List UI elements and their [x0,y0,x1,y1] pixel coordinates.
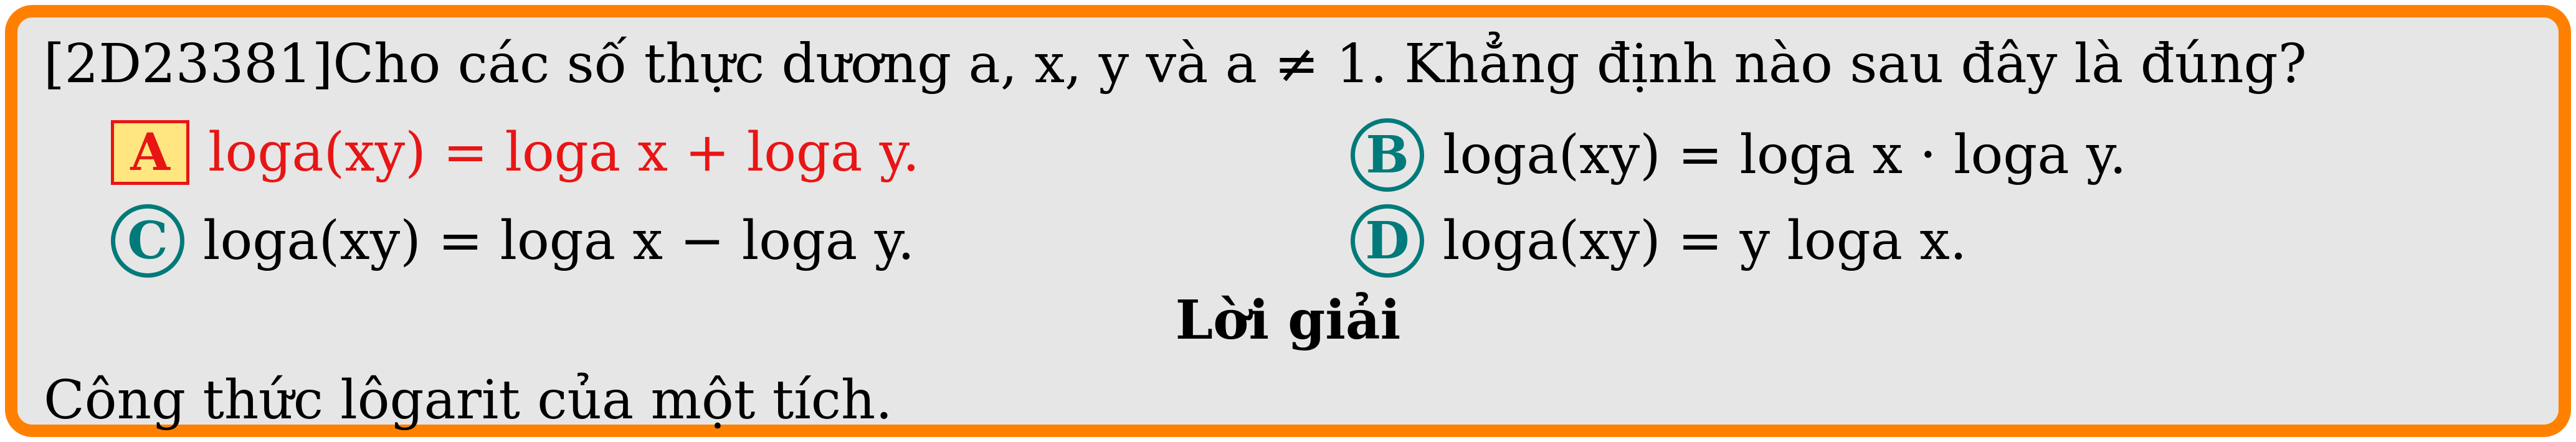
option-d-badge: D [1351,204,1424,278]
option-c[interactable]: C loga(xy) = loga x − loga y. [111,204,915,278]
option-a[interactable]: A loga(xy) = loga x + loga y. [111,118,920,187]
question-text: [2D23381]Cho các số thực dương a, x, y v… [44,30,2307,98]
option-b[interactable]: B loga(xy) = loga x · loga y. [1351,118,2126,192]
option-c-badge: C [111,204,184,278]
option-b-expr: loga(xy) = loga x · loga y. [1443,124,2127,186]
question-card: [2D23381]Cho các số thực dương a, x, y v… [5,5,2571,437]
solution-text: Công thức lôgarit của một tích. [44,369,893,431]
option-a-expr: loga(xy) = loga x + loga y. [208,121,920,184]
option-c-expr: loga(xy) = loga x − loga y. [203,210,915,272]
option-d-expr: loga(xy) = y loga x. [1443,210,1967,272]
option-a-badge: A [111,120,189,185]
question-id: [2D23381] [44,33,333,95]
option-b-badge: B [1351,118,1424,192]
solution-heading: Lời giải [1175,289,1401,352]
question-body: Cho các số thực dương a, x, y và a ≠ 1. … [333,33,2307,95]
option-d[interactable]: D loga(xy) = y loga x. [1351,204,1967,278]
